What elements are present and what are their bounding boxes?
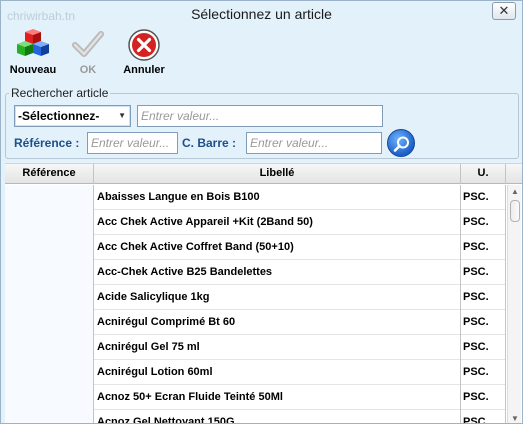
cell-libelle: Acnirégul Lotion 60ml	[94, 360, 461, 385]
select-value: -Sélectionnez-	[18, 109, 100, 123]
cell-reference	[5, 410, 94, 423]
cell-libelle: Acc-Chek Active B25 Bandelettes	[94, 260, 461, 285]
article-select-dialog: chriwirbah.tn Sélectionnez un article ✕ …	[0, 0, 523, 424]
cell-unit: PSC.	[461, 385, 506, 410]
cell-reference	[5, 185, 94, 210]
new-button[interactable]: Nouveau	[7, 28, 59, 76]
table-row[interactable]: Acnoz 50+ Ecran Fluide Teinté 50Ml PSC.	[5, 385, 506, 410]
table-row[interactable]: Acnirégul Gel 75 ml PSC.	[5, 335, 506, 360]
cubes-icon	[17, 29, 49, 56]
scroll-down-arrow-icon[interactable]: ▼	[509, 413, 521, 423]
cell-libelle: Acnirégul Gel 75 ml	[94, 335, 461, 360]
dropdown-arrow-icon: ▼	[118, 111, 126, 120]
barcode-input[interactable]: Entrer valeur...	[246, 132, 382, 154]
cell-libelle: Acnoz 50+ Ecran Fluide Teinté 50Ml	[94, 385, 461, 410]
cancel-label: Annuler	[123, 64, 165, 76]
search-value-input[interactable]: Entrer valeur...	[137, 105, 383, 127]
search-button[interactable]	[387, 129, 415, 157]
cell-unit: PSC.	[461, 310, 506, 335]
cell-unit: PSC.	[461, 235, 506, 260]
cell-unit: PSC.	[461, 360, 506, 385]
column-header-unit[interactable]: U.	[461, 164, 506, 184]
column-header-libelle[interactable]: Libellé	[94, 164, 461, 184]
cell-reference	[5, 210, 94, 235]
ok-button[interactable]: OK	[67, 28, 109, 76]
cell-reference	[5, 235, 94, 260]
cell-unit: PSC.	[461, 410, 506, 423]
scrollbar-thumb[interactable]	[510, 200, 520, 222]
scroll-up-arrow-icon[interactable]: ▲	[509, 186, 521, 198]
table-row[interactable]: Acc Chek Active Coffret Band (50+10) PSC.	[5, 235, 506, 260]
table-row[interactable]: Acnoz Gel Nettoyant 150G PSC.	[5, 410, 506, 423]
cell-libelle: Acc Chek Active Appareil +Kit (2Band 50)	[94, 210, 461, 235]
table-row[interactable]: Acnirégul Lotion 60ml PSC.	[5, 360, 506, 385]
articles-table: Référence Libellé U. Abaisses Langue en …	[5, 163, 522, 423]
search-field-select[interactable]: -Sélectionnez- ▼	[14, 105, 131, 127]
checkmark-icon	[72, 31, 104, 57]
ok-label: OK	[79, 64, 97, 76]
vertical-scrollbar[interactable]: ▲ ▼	[507, 185, 521, 423]
table-row[interactable]: Acide Salicylique 1kg PSC.	[5, 285, 506, 310]
barcode-label: C. Barre :	[182, 136, 237, 150]
column-header-reference[interactable]: Référence	[5, 164, 94, 184]
toolbar: Nouveau OK Annuler	[1, 28, 522, 84]
dialog-title: Sélectionnez un article	[191, 6, 332, 22]
cell-reference	[5, 285, 94, 310]
search-legend: Rechercher article	[9, 86, 111, 100]
cell-reference	[5, 335, 94, 360]
table-row[interactable]: Abaisses Langue en Bois B100 PSC.	[5, 185, 506, 210]
cell-unit: PSC.	[461, 335, 506, 360]
table-row[interactable]: Acnirégul Comprimé Bt 60 PSC.	[5, 310, 506, 335]
close-button[interactable]: ✕	[492, 2, 516, 20]
cell-unit: PSC.	[461, 185, 506, 210]
cell-libelle: Acnirégul Comprimé Bt 60	[94, 310, 461, 335]
cell-unit: PSC.	[461, 260, 506, 285]
table-row[interactable]: Acc Chek Active Appareil +Kit (2Band 50)…	[5, 210, 506, 235]
cancel-button[interactable]: Annuler	[117, 28, 171, 76]
cell-reference	[5, 260, 94, 285]
table-row[interactable]: Acc-Chek Active B25 Bandelettes PSC.	[5, 260, 506, 285]
cell-libelle: Acc Chek Active Coffret Band (50+10)	[94, 235, 461, 260]
reference-input[interactable]: Entrer valeur...	[87, 132, 178, 154]
new-label: Nouveau	[9, 64, 57, 76]
cell-reference	[5, 385, 94, 410]
magnifier-icon	[393, 136, 409, 152]
cell-reference	[5, 310, 94, 335]
cell-reference	[5, 360, 94, 385]
cell-libelle: Acnoz Gel Nettoyant 150G	[94, 410, 461, 423]
table-header: Référence Libellé U.	[5, 164, 522, 184]
cell-unit: PSC.	[461, 210, 506, 235]
cell-unit: PSC.	[461, 285, 506, 310]
cell-libelle: Abaisses Langue en Bois B100	[94, 185, 461, 210]
reference-label: Référence :	[14, 136, 80, 150]
cell-libelle: Acide Salicylique 1kg	[94, 285, 461, 310]
cancel-circle-icon	[128, 29, 160, 61]
